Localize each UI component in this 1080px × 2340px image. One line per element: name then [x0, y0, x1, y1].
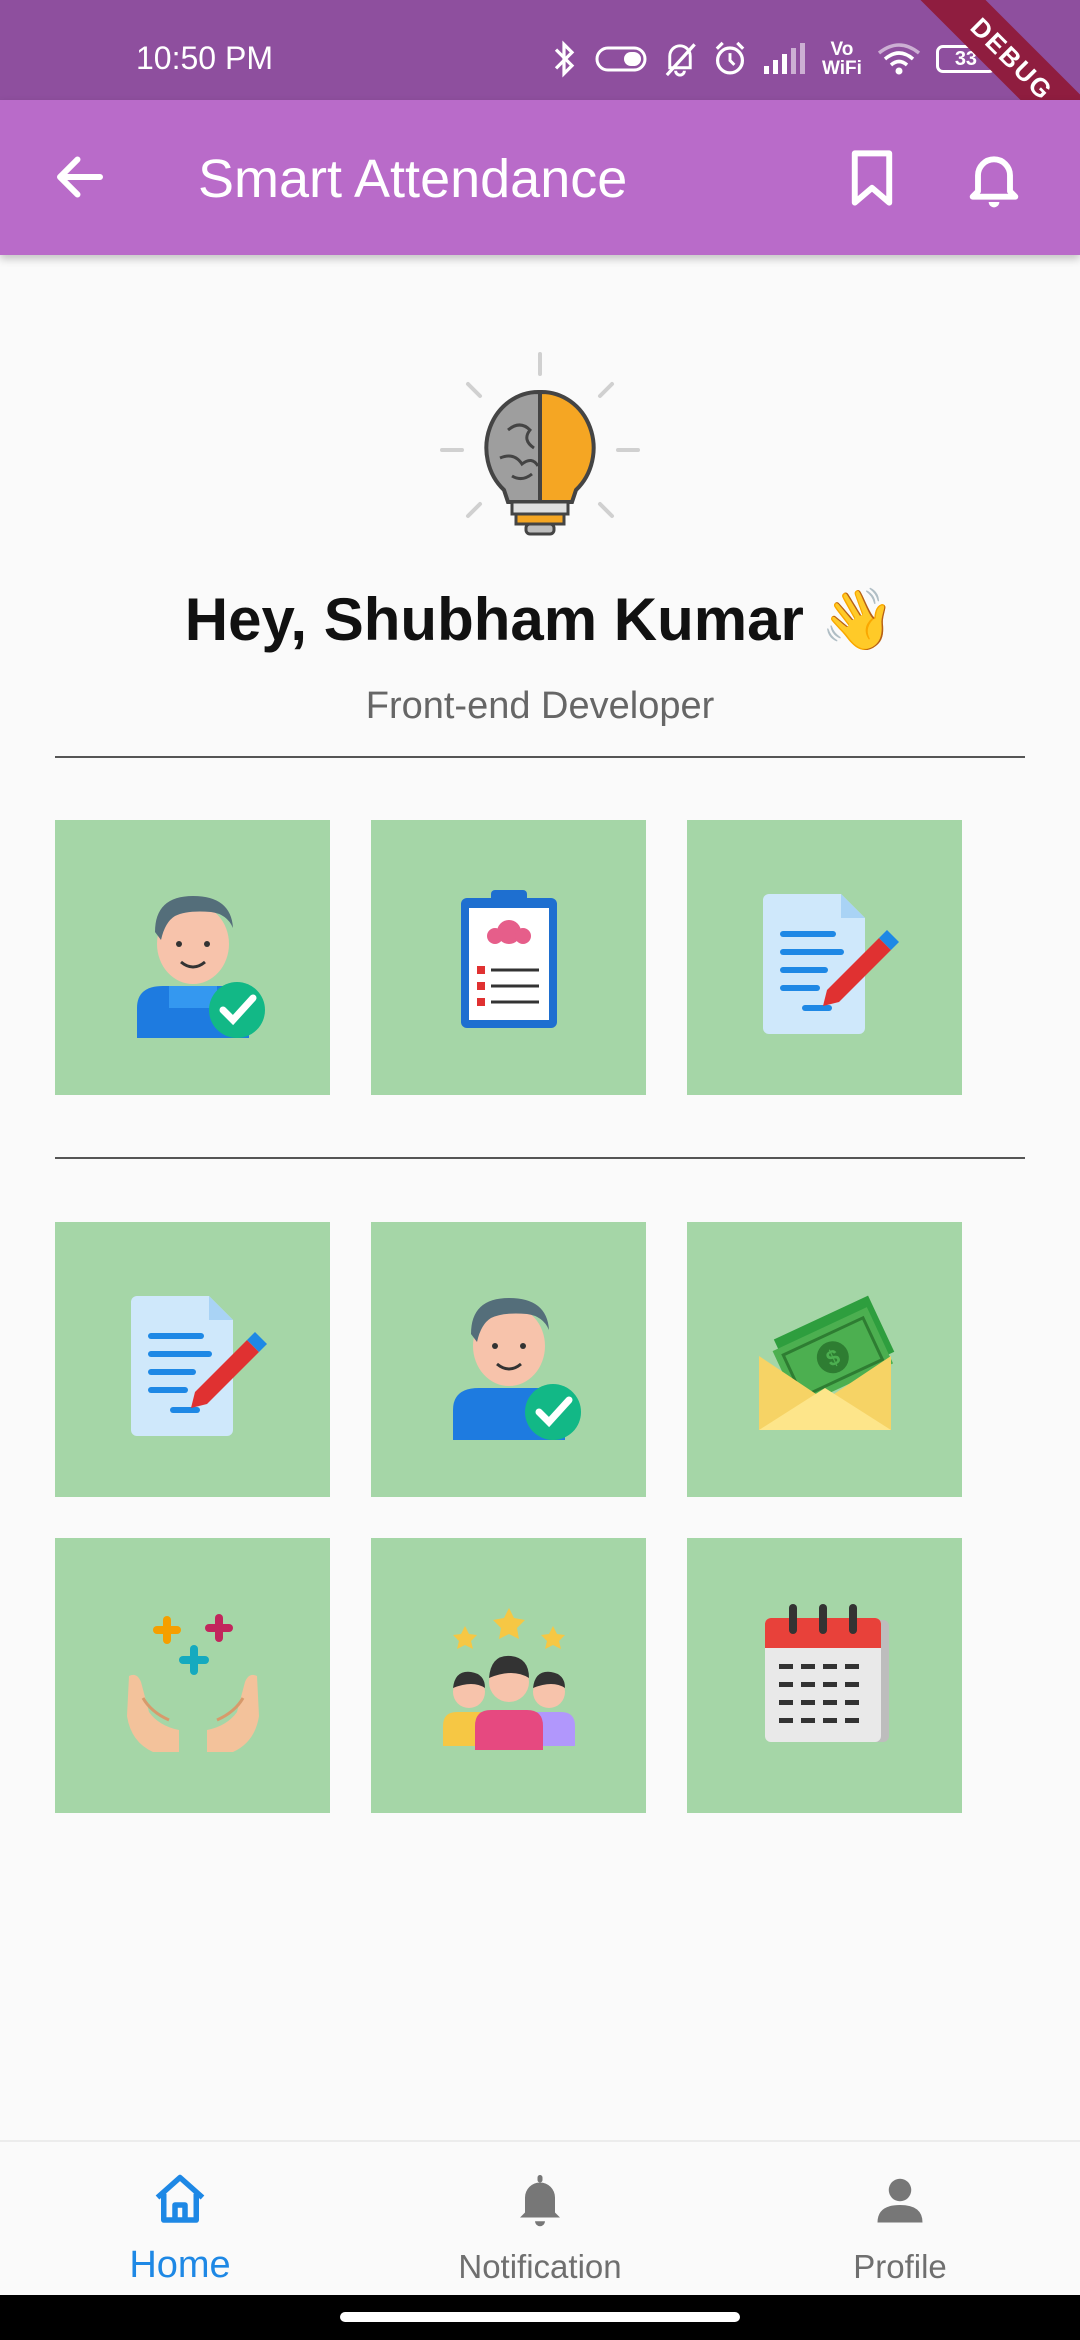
back-button[interactable] [50, 147, 110, 207]
tile-calendar[interactable] [687, 1538, 962, 1813]
tile-attendance-list[interactable] [371, 820, 646, 1095]
bell-icon [520, 2175, 560, 2227]
nav-home-label: Home [129, 2244, 231, 2286]
bottom-nav: Home Notification Profile [0, 2140, 1080, 2295]
nav-profile[interactable]: Profile [750, 2142, 1050, 2297]
status-icons: Vo WiFi 33 [548, 40, 996, 78]
status-time: 10:50 PM [136, 40, 273, 76]
nav-notification[interactable]: Notification [390, 2142, 690, 2297]
tile-team[interactable] [371, 1538, 646, 1813]
page-title: Smart Attendance [198, 149, 628, 209]
tile-user-verified[interactable] [371, 1222, 646, 1497]
bookmark-button[interactable] [842, 146, 902, 210]
signal-icon [764, 43, 805, 74]
home-icon [155, 2174, 205, 2223]
tile-math[interactable] [55, 1538, 330, 1813]
math-hands-icon [126, 1613, 259, 1752]
user-verified-icon [452, 1297, 581, 1440]
nav-profile-label: Profile [853, 2248, 947, 2285]
arrow-left-icon [57, 156, 103, 198]
vowifi-line1: Vo [830, 39, 854, 60]
mute-icon [665, 43, 696, 77]
tile-salary[interactable]: $ [687, 1222, 962, 1497]
bell-icon [969, 156, 1019, 208]
user-role: Front-end Developer [365, 685, 715, 727]
tile-mark-attendance[interactable] [55, 820, 330, 1095]
gesture-bar[interactable] [340, 2312, 740, 2322]
gesture-area [0, 2295, 1080, 2340]
bluetooth-icon [554, 40, 575, 78]
calendar-icon [764, 1603, 889, 1742]
wifi-icon [877, 43, 921, 75]
team-stars-icon [442, 1607, 575, 1750]
mark-attendance-icon [136, 895, 265, 1038]
status-bar: 10:50 PM Vo WiFi 33 DEBUG [0, 0, 1080, 168]
brain-lightbulb-icon [440, 352, 640, 536]
divider [55, 756, 1025, 758]
nav-home[interactable]: Home [30, 2142, 330, 2297]
notification-button[interactable] [962, 146, 1026, 210]
greeting: Hey, Shubham Kumar 👋 [184, 586, 896, 653]
vibrate-icon [595, 46, 647, 72]
vowifi-line2: WiFi [822, 58, 862, 79]
document-edit-icon [130, 1295, 267, 1436]
person-icon [877, 2178, 923, 2223]
salary-envelope-icon: $ [758, 1295, 894, 1430]
alarm-icon [715, 41, 745, 75]
tile-document-edit[interactable] [55, 1222, 330, 1497]
tile-document-edit[interactable] [687, 820, 962, 1095]
attendance-list-icon [460, 889, 557, 1028]
document-edit-icon [762, 893, 899, 1034]
app-bar: Smart Attendance [0, 100, 1080, 255]
vowifi-icon: Vo WiFi [822, 40, 862, 78]
divider [55, 1157, 1025, 1159]
bookmark-icon [851, 150, 893, 206]
nav-notification-label: Notification [458, 2248, 622, 2285]
